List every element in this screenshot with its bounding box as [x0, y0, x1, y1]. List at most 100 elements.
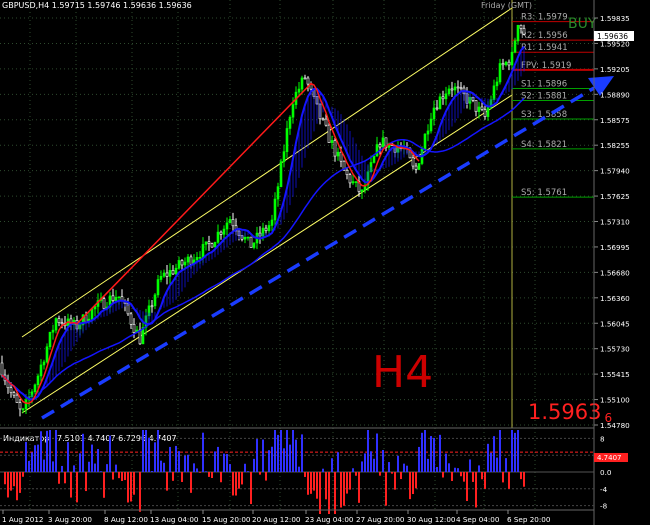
- osc-tick-label: 0.0: [600, 468, 612, 477]
- time-tick-label: 23 Aug 04:00: [305, 515, 354, 524]
- candle-body: [327, 124, 331, 143]
- timeframe-watermark: H4: [372, 347, 433, 398]
- candle-body: [435, 107, 439, 110]
- candle-body: [9, 387, 13, 393]
- candle-body: [438, 96, 442, 110]
- candle-body: [432, 107, 436, 120]
- candle-body: [39, 364, 43, 377]
- candle-body: [129, 313, 133, 325]
- candle-body: [360, 189, 364, 192]
- candle-body: [270, 219, 274, 226]
- candle-body: [51, 329, 55, 333]
- candle-body: [183, 261, 187, 266]
- candle-body: [426, 130, 430, 135]
- candle-body: [306, 77, 310, 85]
- candle-body: [501, 63, 505, 66]
- candle-body: [447, 88, 451, 95]
- candle-body: [138, 329, 142, 345]
- time-tick-label: 30 Aug 12:00: [407, 515, 456, 524]
- candle-body: [18, 402, 22, 410]
- candle-body: [492, 85, 496, 100]
- candle-body: [507, 61, 511, 66]
- candle-body: [297, 88, 301, 93]
- candle-body: [324, 118, 328, 126]
- price-tick-label: 1.54780: [600, 421, 630, 430]
- session-label: Friday (GMT): [481, 1, 532, 10]
- current-price-tag: 1.59636: [594, 31, 634, 41]
- candle-body: [111, 295, 115, 301]
- candle-body: [114, 296, 118, 301]
- candle-body: [42, 361, 46, 366]
- price-tick-label: 1.55730: [600, 345, 630, 354]
- candle-body: [159, 275, 163, 280]
- pivot-label: FPV: 1.5919: [521, 61, 571, 71]
- candle-body: [300, 77, 304, 90]
- candle-body: [150, 305, 154, 308]
- candle-body: [456, 86, 460, 89]
- candle-body: [354, 181, 358, 183]
- candle-body: [444, 93, 448, 100]
- candle-body: [291, 104, 295, 118]
- time-tick-label: 20 Aug 12:00: [252, 515, 301, 524]
- candle-body: [282, 151, 286, 162]
- candle-body: [225, 222, 229, 230]
- candle-body: [12, 392, 16, 396]
- candle-body: [378, 144, 382, 148]
- candle-body: [411, 157, 415, 167]
- time-tick-label: 1 Aug 2012: [2, 515, 43, 524]
- candle-body: [228, 219, 232, 224]
- osc-tick-label: -8: [600, 502, 608, 511]
- candle-body: [351, 181, 355, 184]
- candle-body: [186, 256, 190, 263]
- candle-body: [321, 118, 325, 121]
- price-tick-label: 1.55100: [600, 396, 630, 405]
- time-tick-label: 15 Aug 20:00: [202, 515, 251, 524]
- price-tick-label: 1.56360: [600, 294, 630, 303]
- candle-body: [429, 118, 433, 132]
- candle-body: [207, 241, 211, 244]
- candle-body: [333, 140, 337, 157]
- candle-body: [372, 155, 376, 163]
- price-tick-label: 1.56045: [600, 319, 630, 328]
- candle-body: [219, 231, 223, 235]
- candle-body: [117, 296, 121, 299]
- candle-body: [162, 272, 166, 277]
- candle-body: [450, 88, 454, 91]
- candle-body: [168, 270, 172, 277]
- buy-signal: BUY: [568, 16, 597, 32]
- candle-body: [486, 106, 490, 117]
- candle-body: [441, 96, 445, 100]
- time-tick-label: 3 Aug 20:00: [48, 515, 92, 524]
- trading-chart[interactable]: R3: 1.5979 R2: 1.5956 R1: 1.5941 FPV: 1.591…: [0, 0, 650, 525]
- candle-body: [453, 86, 457, 91]
- candle-body: [90, 308, 94, 320]
- candle-body: [516, 24, 520, 42]
- current-price-label: 1.59636: [597, 32, 628, 41]
- candle-body: [336, 151, 340, 157]
- candle-body: [195, 257, 199, 261]
- time-tick-label: 6 Sep 20:00: [507, 515, 551, 524]
- candle-body: [180, 260, 184, 266]
- candle-body: [288, 116, 292, 129]
- candle-body: [345, 169, 349, 176]
- price-tick-label: 1.57625: [600, 192, 630, 201]
- candle-body: [375, 144, 379, 157]
- candle-body: [189, 256, 193, 265]
- price-tick-label: 1.57310: [600, 218, 630, 227]
- candle-body: [36, 375, 40, 386]
- pivot-label: S1: 1.5896: [521, 79, 567, 89]
- candle-body: [498, 63, 502, 83]
- candle-body: [264, 227, 268, 231]
- candle-body: [0, 362, 4, 376]
- indicator-current-label: 4.7407: [597, 454, 622, 462]
- candle-body: [348, 174, 352, 184]
- candle-body: [495, 81, 499, 87]
- candle-body: [381, 137, 385, 148]
- candle-body: [279, 161, 283, 187]
- candle-body: [252, 242, 256, 248]
- price-tick-label: 1.58575: [600, 116, 630, 125]
- candle-body: [330, 140, 334, 143]
- candle-body: [474, 100, 478, 112]
- time-tick-label: 8 Aug 12:00: [104, 515, 148, 524]
- pivot-label: S4: 1.5821: [521, 140, 567, 150]
